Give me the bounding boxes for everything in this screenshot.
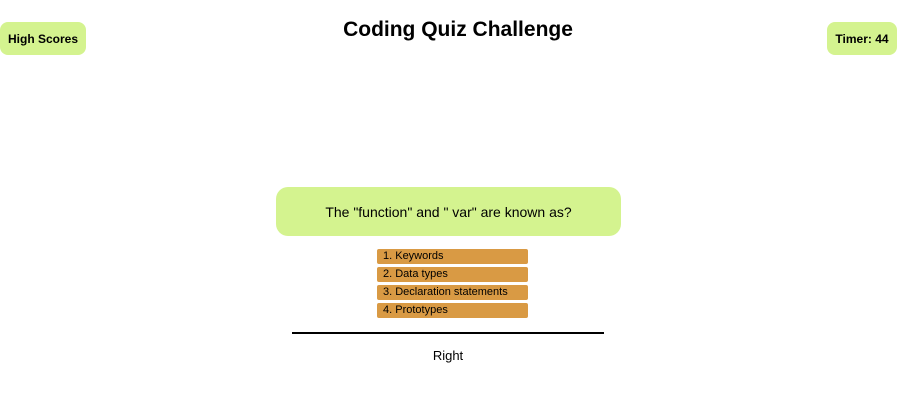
page-title: Coding Quiz Challenge [343,18,573,41]
answer-choice-1[interactable]: 1. Keywords [377,249,528,264]
question-text: The "function" and " var" are known as? [276,187,621,236]
answer-choice-2[interactable]: 2. Data types [377,267,528,282]
answer-choices: 1. Keywords 2. Data types 3. Declaration… [377,249,528,321]
answer-feedback: Right [432,348,464,363]
answer-choice-4[interactable]: 4. Prototypes [377,303,528,318]
answer-choice-3[interactable]: 3. Declaration statements [377,285,528,300]
feedback-divider [292,332,604,334]
quiz-page: High Scores Coding Quiz Challenge Timer:… [0,0,916,412]
timer-display: Timer: 44 [827,22,897,55]
